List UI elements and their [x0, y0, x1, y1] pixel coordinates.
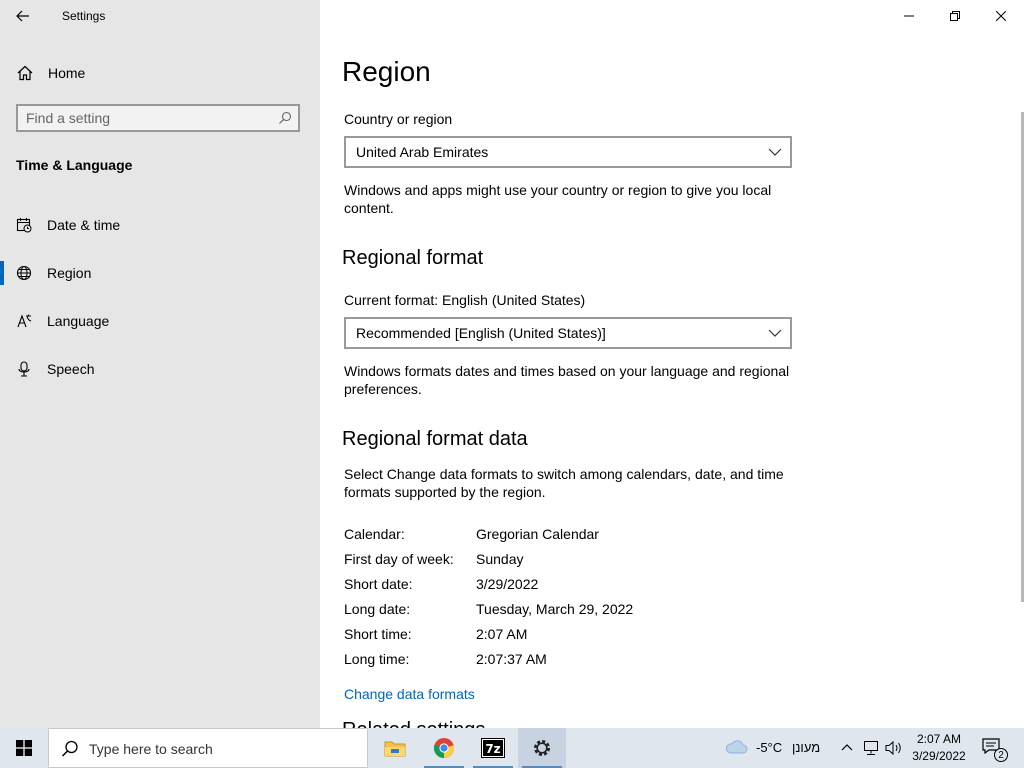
taskbar-search-text: Type here to search	[89, 741, 213, 757]
chevron-down-icon	[768, 329, 782, 337]
sidebar-item-date-time[interactable]: Date & time	[0, 207, 320, 243]
settings-icon	[534, 740, 550, 756]
change-data-formats-link[interactable]: Change data formats	[344, 686, 475, 702]
format-key: Short time:	[344, 626, 412, 642]
taskbar: Type here to search 7z -5°C מעונן 2:07 A…	[0, 728, 1024, 768]
sidebar-item-label: Region	[47, 265, 92, 281]
format-data-description: Select Change data formats to switch amo…	[344, 466, 784, 500]
back-arrow-icon	[16, 10, 29, 22]
sidebar: Settings Home Time & Language Date & tim…	[0, 0, 320, 728]
7zip-icon: 7z	[481, 738, 505, 758]
format-key: First day of week:	[344, 551, 454, 567]
selected-indicator	[0, 261, 4, 285]
sidebar-item-region[interactable]: Region	[0, 255, 320, 291]
taskbar-chrome[interactable]	[420, 728, 468, 768]
volume-button[interactable]	[884, 728, 904, 768]
close-icon	[996, 11, 1006, 21]
taskbar-7zip[interactable]: 7z	[469, 728, 517, 768]
microphone-icon	[18, 361, 30, 377]
taskbar-clock[interactable]: 2:07 AM 3/29/2022	[906, 731, 972, 765]
app-title: Settings	[62, 9, 106, 23]
chevron-up-icon	[841, 744, 853, 751]
taskbar-file-explorer[interactable]	[371, 728, 419, 768]
start-button[interactable]	[0, 728, 48, 768]
regional-format-dropdown[interactable]: Recommended [English (United States)]	[344, 317, 792, 349]
format-key: Short date:	[344, 576, 413, 592]
format-key: Long time:	[344, 651, 410, 667]
sidebar-item-label: Speech	[47, 361, 95, 377]
sidebar-item-label: Date & time	[47, 217, 121, 233]
related-settings-heading: Related settings	[342, 720, 485, 728]
chevron-down-icon	[768, 148, 782, 156]
search-icon	[279, 111, 292, 124]
home-nav-item[interactable]: Home	[0, 58, 320, 88]
close-button[interactable]	[978, 0, 1024, 32]
language-icon	[17, 314, 32, 328]
title-bar: Settings	[0, 0, 320, 32]
section-title: Time & Language	[16, 157, 133, 173]
home-icon	[17, 65, 33, 81]
format-value: Tuesday, March 29, 2022	[476, 601, 634, 617]
globe-icon	[16, 265, 32, 281]
network-button[interactable]	[862, 728, 880, 768]
format-value: 2:07 AM	[476, 626, 528, 642]
file-explorer-icon	[384, 741, 406, 757]
taskbar-settings[interactable]	[518, 728, 566, 768]
country-value: United Arab Emirates	[356, 144, 489, 160]
format-description: Windows formats dates and times based on…	[344, 363, 790, 397]
date-time-icon	[16, 218, 32, 233]
chrome-icon	[433, 738, 454, 759]
format-value: Sunday	[476, 551, 524, 567]
main-content: Region Country or region United Arab Emi…	[320, 0, 1024, 728]
cloud-icon	[725, 740, 748, 754]
clock-time: 2:07 AM	[916, 732, 962, 746]
format-key: Calendar:	[344, 526, 405, 542]
sidebar-item-label: Language	[47, 313, 110, 329]
format-key: Long date:	[344, 601, 411, 617]
regional-format-heading: Regional format	[342, 247, 484, 269]
minimize-icon	[904, 15, 914, 17]
format-value: Recommended [English (United States)]	[356, 325, 606, 341]
restore-button[interactable]	[932, 0, 978, 32]
format-value: 2:07:37 AM	[476, 651, 547, 667]
search-icon	[61, 740, 78, 757]
weather-desc: מעונן	[792, 740, 821, 755]
page-title: Region	[342, 56, 431, 87]
restore-icon	[950, 11, 960, 21]
country-dropdown[interactable]: United Arab Emirates	[344, 136, 792, 168]
volume-icon	[885, 740, 901, 756]
back-button[interactable]	[8, 2, 38, 30]
network-icon	[864, 741, 878, 755]
show-hidden-icons-button[interactable]	[838, 728, 856, 768]
home-label: Home	[48, 65, 86, 81]
format-value: 3/29/2022	[476, 576, 539, 592]
find-setting-input[interactable]	[26, 109, 266, 127]
action-center-button[interactable]: 2	[980, 728, 1010, 768]
country-description: Windows and apps might use your country …	[344, 182, 772, 216]
windows-logo-icon	[16, 740, 32, 756]
weather-temp: -5°C	[756, 740, 783, 755]
minimize-button[interactable]	[886, 0, 932, 32]
sidebar-item-speech[interactable]: Speech	[0, 351, 320, 387]
country-label: Country or region	[344, 111, 453, 127]
find-setting-search[interactable]	[16, 104, 300, 132]
format-data-heading: Regional format data	[342, 428, 528, 450]
notification-count: 2	[994, 748, 1008, 762]
svg-text:7z: 7z	[485, 742, 500, 756]
weather-widget[interactable]: -5°C מעונן	[724, 728, 828, 768]
taskbar-search-box[interactable]: Type here to search	[48, 728, 368, 768]
clock-date: 3/29/2022	[912, 749, 966, 763]
format-value: Gregorian Calendar	[476, 526, 599, 542]
current-format-label: Current format: English (United States)	[344, 292, 586, 308]
sidebar-item-language[interactable]: Language	[0, 303, 320, 339]
